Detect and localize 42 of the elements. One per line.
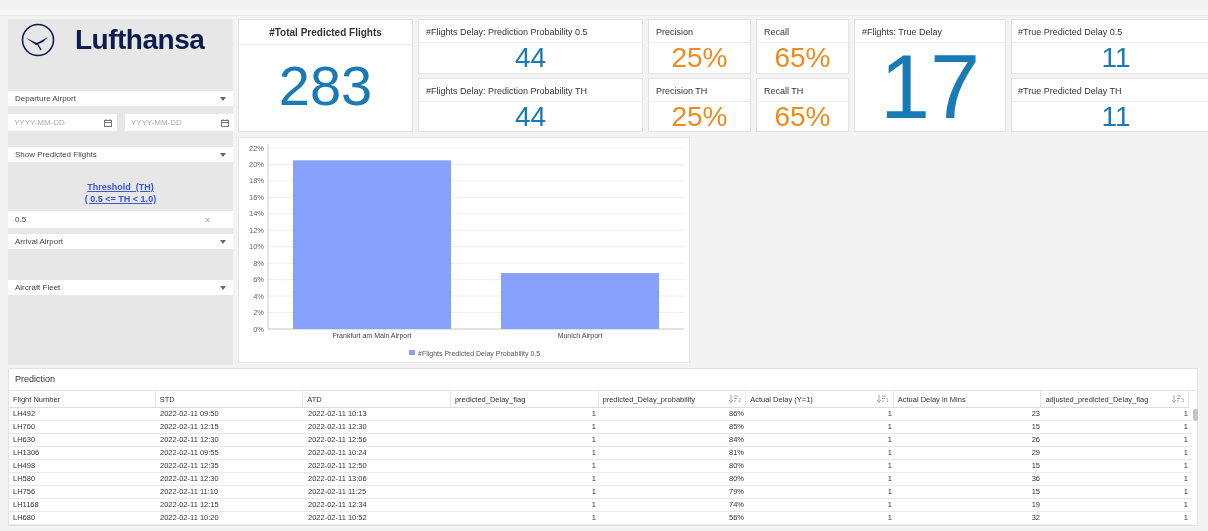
dropdown[interactable]: Show Predicted Flights [8,147,233,162]
metric-value: 65% [773,101,832,131]
calendar-icon [104,118,112,127]
card-title: Recall TH [757,78,848,102]
dropdown[interactable]: Departure Airport [8,91,233,106]
metric-value: 25% [670,43,729,72]
scrollbar[interactable] [1193,409,1198,421]
card-title: #Flights Delay: Prediction Probability TH [419,78,642,102]
metric-value: 25% [670,101,729,131]
caret-icon [220,152,226,157]
metric-value: 11 [1100,101,1132,131]
card-title: #True Predicted Delay 0.5 [1012,20,1208,43]
card-title: Recall [757,20,848,43]
threshold-field[interactable]: 0.5 × [8,211,233,228]
date-field[interactable]: YYYY-MM-DD [14,118,104,127]
caret-icon [220,239,226,244]
card-title: Precision TH [649,78,750,102]
legend-icon [409,350,415,355]
dropdown[interactable]: Arrival Airport [8,234,233,249]
card-title: #True Predicted Delay TH [1012,78,1208,102]
caret-icon [220,96,226,101]
threshold-input[interactable]: 0.5 [15,215,205,224]
date-picker[interactable]: YYYY-MM-DD [125,114,234,131]
caret-icon [220,285,226,290]
metric-value: 11 [1100,43,1132,72]
card-title: Precision [649,20,750,43]
card-title: #Flights Delay: Prediction Probability 0.5 [419,20,642,43]
metric-value: 65% [773,43,832,72]
calendar-icon [221,118,229,127]
metric-value: 283 [277,53,374,119]
card-title: #Total Predicted Flights [239,20,412,45]
card-title: #Flights: True Delay [855,20,1005,43]
metric-value: 17 [878,43,982,130]
table-title: Prediction [9,369,1197,391]
date-field[interactable]: YYYY-MM-DD [131,118,221,127]
threshold-link[interactable]: ( 0.5 <= TH < 1.0) [84,194,157,204]
metric-value: 44 [513,43,548,72]
brand-name: Lufthansa [75,24,205,56]
threshold-link[interactable]: Threshold (TH) [87,182,154,192]
dropdown[interactable]: Aircraft Fleet [8,280,233,295]
metric-value: 44 [513,101,548,131]
date-picker[interactable]: YYYY-MM-DD [8,114,117,131]
